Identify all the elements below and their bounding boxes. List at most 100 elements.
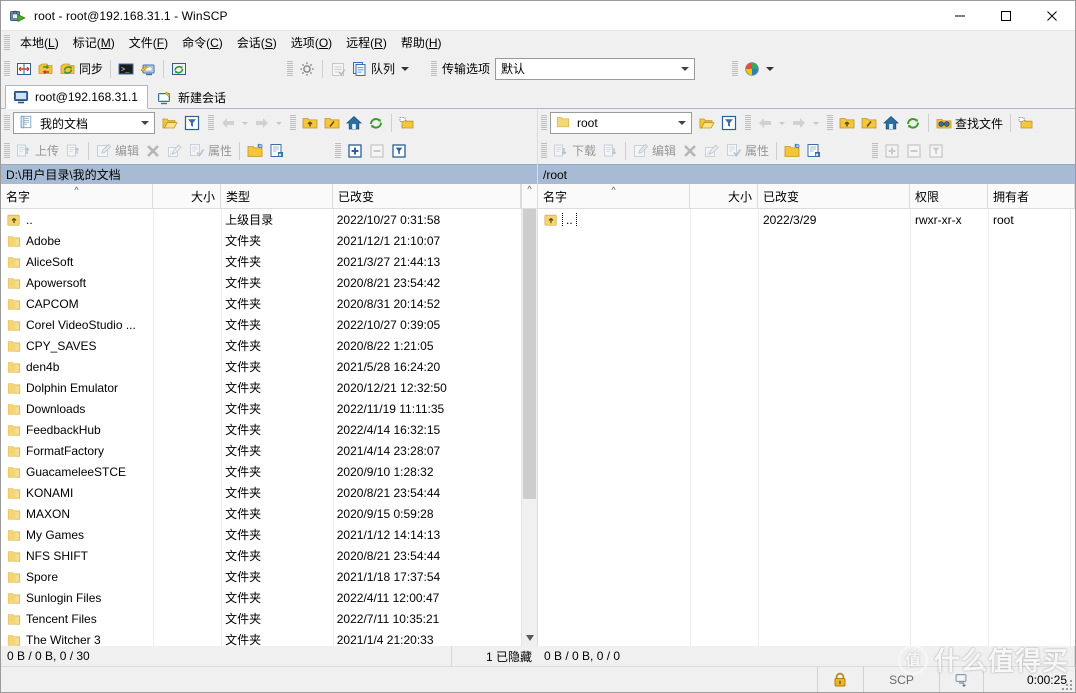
- remote-root-dir-button[interactable]: [858, 111, 880, 135]
- local-header-name[interactable]: 名字 ^: [1, 184, 153, 208]
- local-header-type[interactable]: 类型: [221, 184, 333, 208]
- open-terminal-button[interactable]: >_: [115, 57, 137, 81]
- menu-remote[interactable]: 远程(R): [339, 31, 394, 55]
- upload-button[interactable]: 上传: [13, 139, 62, 163]
- menu-file[interactable]: 文件(F): [122, 31, 175, 55]
- remote-parent-dir-button[interactable]: [836, 111, 858, 135]
- remote-selection-filter-button[interactable]: [925, 139, 947, 163]
- table-row[interactable]: CAPCOM 文件夹 2020/8/31 20:14:52: [1, 293, 521, 314]
- table-row[interactable]: Sunlogin Files 文件夹 2022/4/11 12:00:47: [1, 587, 521, 608]
- local-root-dir-button[interactable]: [321, 111, 343, 135]
- local-back-button[interactable]: [217, 111, 251, 135]
- new-folder-button[interactable]: [244, 139, 266, 163]
- remote-refresh-button[interactable]: [902, 111, 924, 135]
- remote-dirs-gripper[interactable]: [827, 115, 833, 131]
- local-path-dropdown[interactable]: [137, 114, 153, 132]
- edit-button[interactable]: 编辑: [93, 139, 142, 163]
- remote-rename-button[interactable]: a: [701, 139, 723, 163]
- table-row[interactable]: .. 上级目录 2022/10/27 0:31:58: [1, 209, 521, 230]
- delete-button[interactable]: [142, 139, 164, 163]
- remote-filter-button[interactable]: [718, 111, 740, 135]
- local-back-chevron-icon[interactable]: [242, 121, 248, 125]
- remote-header-size[interactable]: 大小: [690, 184, 758, 208]
- menu-options[interactable]: 选项(O): [284, 31, 339, 55]
- remote-home-dir-button[interactable]: [880, 111, 902, 135]
- remote-selection-gripper[interactable]: [872, 142, 879, 159]
- chevron-down-icon[interactable]: [401, 66, 410, 71]
- transfer-preset-combo[interactable]: 默认: [495, 57, 696, 80]
- resize-grip[interactable]: [1061, 678, 1073, 690]
- remote-history-gripper[interactable]: [745, 115, 751, 131]
- selection-filter-button[interactable]: [388, 139, 410, 163]
- remote-back-chevron-icon[interactable]: [779, 121, 785, 125]
- local-header-size[interactable]: 大小: [153, 184, 221, 208]
- local-header-changed[interactable]: 已改变: [333, 184, 521, 208]
- table-row[interactable]: Adobe 文件夹 2021/12/1 21:10:07: [1, 230, 521, 251]
- minimize-icon[interactable]: [937, 1, 983, 31]
- local-selection-gripper[interactable]: [335, 142, 342, 159]
- select-all-button[interactable]: [344, 139, 366, 163]
- menu-command[interactable]: 命令(C): [175, 31, 230, 55]
- sync-folders-button[interactable]: 同步: [57, 57, 106, 81]
- remote-header-rights[interactable]: 权限: [910, 184, 988, 208]
- queue-button[interactable]: 队列: [349, 57, 412, 81]
- encryption-indicator[interactable]: [817, 667, 863, 692]
- scroll-down-arrow-icon[interactable]: [522, 630, 537, 646]
- local-history-gripper[interactable]: [208, 115, 214, 131]
- local-dirs-gripper[interactable]: [290, 115, 296, 131]
- close-icon[interactable]: [1029, 1, 1075, 31]
- table-row[interactable]: den4b 文件夹 2021/5/28 16:24:20: [1, 356, 521, 377]
- table-row[interactable]: FeedbackHub 文件夹 2022/4/14 16:32:15: [1, 419, 521, 440]
- menu-local[interactable]: 本地(L): [13, 31, 66, 55]
- refresh-session-button[interactable]: [168, 57, 190, 81]
- remote-header-owner[interactable]: 拥有者: [988, 184, 1075, 208]
- toolbar-gripper-1[interactable]: [4, 60, 10, 77]
- synchronize-browsing-button[interactable]: [35, 57, 57, 81]
- session-color-chevron-icon[interactable]: [766, 66, 775, 71]
- preferences-button[interactable]: [296, 57, 318, 81]
- local-file-list[interactable]: .. 上级目录 2022/10/27 0:31:58 Adobe 文件夹 2021/12/…: [1, 209, 521, 646]
- queue-log-button[interactable]: [327, 57, 349, 81]
- remote-new-file-button[interactable]: [803, 139, 825, 163]
- remote-folder-shortcut-button[interactable]: [1015, 111, 1037, 135]
- remote-path-dropdown[interactable]: [674, 114, 690, 132]
- find-files-button[interactable]: 查找文件: [933, 111, 1006, 135]
- remote-delete-button[interactable]: [679, 139, 701, 163]
- download-button[interactable]: 下载: [550, 139, 599, 163]
- local-home-dir-button[interactable]: [343, 111, 365, 135]
- remote-nav-gripper[interactable]: [541, 115, 547, 131]
- new-file-button[interactable]: [266, 139, 288, 163]
- table-row[interactable]: The Witcher 3 文件夹 2021/1/4 21:20:33: [1, 629, 521, 646]
- table-row[interactable]: AliceSoft 文件夹 2021/3/27 21:44:13: [1, 251, 521, 272]
- remote-edit-button[interactable]: 编辑: [630, 139, 679, 163]
- transfer-monitor-indicator[interactable]: [939, 667, 983, 692]
- local-nav-gripper[interactable]: [4, 115, 10, 131]
- remote-header-changed[interactable]: 已改变: [758, 184, 910, 208]
- local-open-folder-button[interactable]: [159, 111, 181, 135]
- table-row[interactable]: KONAMI 文件夹 2020/8/21 23:54:44: [1, 482, 521, 503]
- toolbar-gripper-2[interactable]: [287, 60, 294, 77]
- menu-gripper[interactable]: [4, 35, 10, 51]
- table-row[interactable]: GuacameleeSTCE 文件夹 2020/9/10 1:28:32: [1, 461, 521, 482]
- remote-back-button[interactable]: [754, 111, 788, 135]
- local-vertical-scrollbar[interactable]: [521, 209, 537, 646]
- remote-forward-chevron-icon[interactable]: [813, 121, 819, 125]
- local-folder-shortcut-button[interactable]: [396, 111, 418, 135]
- local-scroll-track[interactable]: [522, 209, 537, 630]
- session-color-button[interactable]: [741, 57, 777, 81]
- remote-forward-button[interactable]: [788, 111, 822, 135]
- table-row[interactable]: NFS SHIFT 文件夹 2020/8/21 23:54:44: [1, 545, 521, 566]
- local-header-corner[interactable]: ^: [521, 184, 537, 208]
- open-in-putty-button[interactable]: [137, 57, 159, 81]
- toolbar-gripper-4[interactable]: [732, 60, 739, 77]
- rename-button[interactable]: a: [164, 139, 186, 163]
- remote-path-combo[interactable]: root: [550, 112, 692, 134]
- table-row[interactable]: Downloads 文件夹 2022/11/19 11:11:35: [1, 398, 521, 419]
- toolbar-gripper-3[interactable]: [431, 60, 438, 77]
- properties-button[interactable]: 属性: [186, 139, 235, 163]
- table-row[interactable]: Dolphin Emulator 文件夹 2020/12/21 12:32:50: [1, 377, 521, 398]
- local-scroll-thumb[interactable]: [523, 209, 536, 499]
- remote-ops-gripper[interactable]: [541, 142, 547, 159]
- split-panels-button[interactable]: [13, 57, 35, 81]
- tab-new-session[interactable]: 新建会话: [148, 85, 236, 109]
